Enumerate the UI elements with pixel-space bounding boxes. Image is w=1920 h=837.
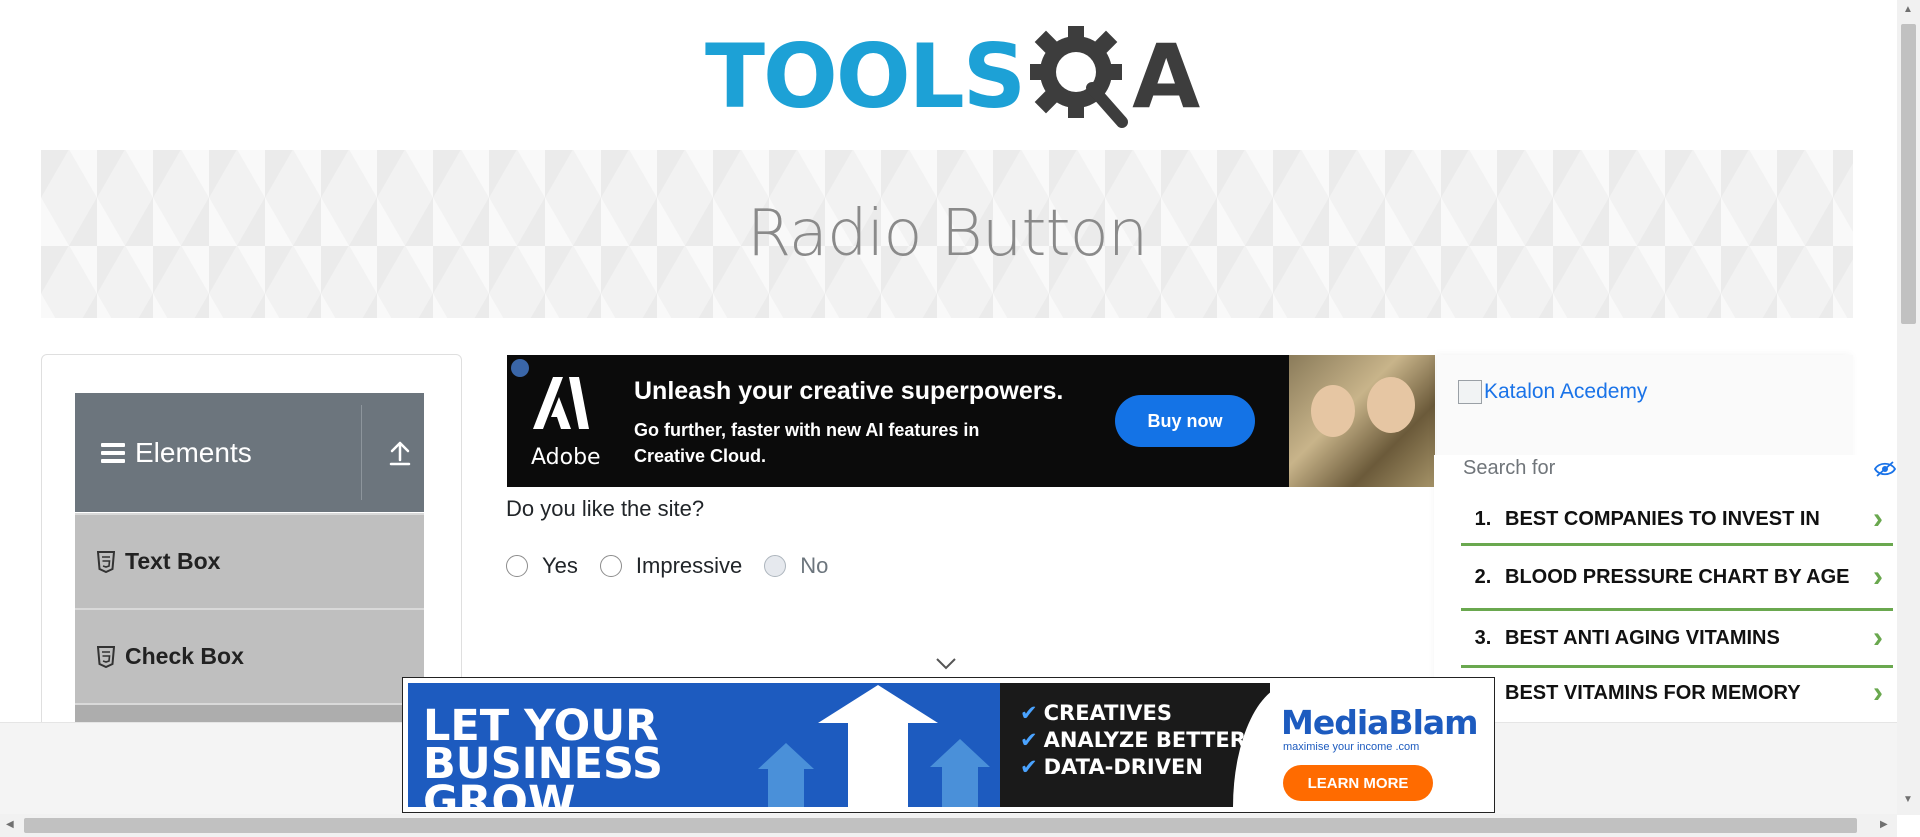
html5-icon: [97, 550, 115, 573]
toolsqa-logo[interactable]: TOOLS A: [705, 22, 1200, 132]
katalon-ad-image[interactable]: Katalon Acedemy: [1458, 380, 1647, 404]
hamburger-icon: [101, 439, 125, 467]
ad-headline: LET YOUR BUSINESS GROW: [423, 701, 664, 808]
group-title: Elements: [135, 436, 252, 468]
bullet-3: ✔ DATA-DRIVEN: [1020, 755, 1203, 779]
learn-more-button[interactable]: LEARN MORE: [1283, 765, 1433, 801]
yes-radio[interactable]: [506, 555, 528, 577]
sidebar-item-text-box[interactable]: Text Box: [75, 513, 424, 608]
no-radio-label: No: [800, 553, 829, 578]
page-title: Radio Button: [746, 197, 1149, 271]
sidebar-item-label: Text Box: [125, 548, 221, 574]
hide-eye-icon[interactable]: [1874, 461, 1896, 477]
mediablam-logo: MediaBlam: [1281, 703, 1479, 742]
horizontal-scrollbar[interactable]: ◀ ▶: [0, 814, 1897, 837]
bullet-1: ✔ CREATIVES: [1020, 701, 1173, 725]
elements-group-header[interactable]: Elements: [75, 393, 424, 512]
search-result-2[interactable]: 2. BLOOD PRESSURE CHART BY AGE ›: [1461, 546, 1893, 611]
ad-headline: Unleash your creative superpowers.: [634, 377, 1064, 405]
chevron-right-icon: ›: [1873, 676, 1883, 709]
mediablam-tagline: maximise your income .com: [1283, 741, 1420, 753]
ad-brand: Adobe: [531, 445, 601, 470]
search-for-label: Search for: [1463, 457, 1556, 479]
sidebar-item-check-box[interactable]: Check Box: [75, 608, 424, 703]
result-number: 2.: [1474, 565, 1492, 588]
question-text: Do you like the site?: [506, 496, 705, 521]
broken-image-icon: [1458, 380, 1482, 404]
bullet-2: ✔ ANALYZE BETTER: [1020, 728, 1246, 752]
impressive-radio-label[interactable]: Impressive: [636, 553, 742, 579]
page-banner: Radio Button: [41, 150, 1853, 318]
adchoices-icon[interactable]: [511, 359, 529, 377]
ad-brand-panel: MediaBlam maximise your income .com LEAR…: [1233, 683, 1489, 807]
result-text: BLOOD PRESSURE CHART BY AGE: [1505, 566, 1850, 588]
ad-photo: [1289, 355, 1435, 487]
buy-now-button[interactable]: Buy now: [1115, 395, 1255, 447]
result-text: BEST VITAMINS FOR MEMORY: [1505, 682, 1801, 704]
result-number: 3.: [1474, 626, 1492, 649]
group-divider: [361, 405, 362, 500]
vertical-scroll-thumb[interactable]: [1901, 24, 1916, 324]
ad-bullets-panel: ✔ CREATIVES ✔ ANALYZE BETTER ✔ DATA-DRIVEN: [1000, 683, 1270, 807]
ad-left-panel: LET YOUR BUSINESS GROW: [408, 683, 1000, 807]
radio-group: Yes Impressive No: [506, 553, 850, 579]
logo-tools-text: TOOLS: [705, 25, 1026, 128]
result-number: 1.: [1474, 507, 1492, 530]
scroll-down-icon[interactable]: ▼: [1903, 794, 1913, 805]
scroll-left-icon[interactable]: ◀: [6, 819, 14, 830]
chevron-right-icon: ›: [1873, 560, 1883, 593]
no-radio: [764, 555, 787, 577]
horizontal-scroll-thumb[interactable]: [24, 818, 1857, 833]
chevron-right-icon: ›: [1873, 621, 1883, 654]
collapse-toggle[interactable]: [375, 393, 424, 512]
gear-magnifier-icon: [1030, 26, 1129, 128]
chevron-right-icon: ›: [1873, 502, 1883, 535]
scroll-up-icon[interactable]: ▲: [1903, 4, 1913, 15]
html5-icon: [97, 645, 115, 668]
growth-arrows-icon: [758, 685, 990, 807]
search-result-3[interactable]: 3. BEST ANTI AGING VITAMINS ›: [1461, 611, 1893, 668]
sidebar-item-label: Check Box: [125, 643, 244, 669]
collapse-arrow-icon: [389, 441, 410, 465]
vertical-scrollbar[interactable]: ▲ ▼: [1897, 0, 1920, 815]
search-suggestions-panel: Search for 1. BEST COMPANIES TO INVEST I…: [1434, 455, 1896, 725]
result-text: BEST ANTI AGING VITAMINS: [1505, 627, 1780, 649]
result-text: BEST COMPANIES TO INVEST IN: [1505, 508, 1820, 530]
logo-a-text: A: [1132, 25, 1200, 128]
ad-subtext: Go further, faster with new AI features …: [634, 420, 980, 466]
adobe-ad[interactable]: Adobe Unleash your creative superpowers.…: [507, 355, 1435, 487]
image-alt-text: Katalon Acedemy: [1484, 380, 1648, 403]
search-result-4[interactable]: BEST VITAMINS FOR MEMORY ›: [1461, 668, 1893, 718]
mediablam-ad[interactable]: LET YOUR BUSINESS GROW ✔ CREATIVES ✔ ANALY…: [402, 677, 1495, 813]
sidebar: Elements Text Box Check Box: [41, 354, 462, 756]
impressive-radio[interactable]: [599, 555, 622, 577]
chevron-down-icon[interactable]: [935, 657, 957, 671]
yes-radio-label[interactable]: Yes: [542, 553, 578, 579]
search-result-1[interactable]: 1. BEST COMPANIES TO INVEST IN ›: [1461, 495, 1893, 546]
adobe-logo-icon: [533, 377, 589, 429]
scroll-right-icon[interactable]: ▶: [1880, 819, 1888, 830]
